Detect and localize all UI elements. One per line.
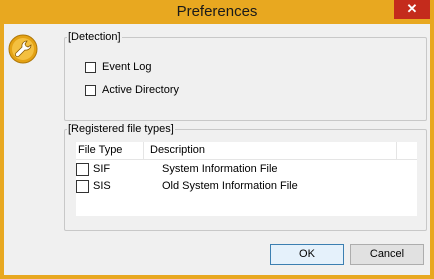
ok-button[interactable]: OK <box>270 244 344 265</box>
dialog-body: [Detection] Event Log Active Directory [… <box>4 24 430 275</box>
close-button[interactable]: ✕ <box>394 0 430 19</box>
description-cell: Old System Information File <box>162 180 298 192</box>
file-types-list[interactable]: File Type Description SIF System Informa… <box>76 142 417 216</box>
event-log-checkbox[interactable] <box>85 61 96 73</box>
table-row[interactable]: SIS Old System Information File <box>76 178 417 194</box>
wrench-icon <box>8 34 38 64</box>
title-bar[interactable]: Preferences ✕ <box>0 0 434 24</box>
registered-file-types-group: [Registered file types] File Type Descri… <box>64 123 427 231</box>
list-header: File Type Description <box>76 142 417 160</box>
event-log-label: Event Log <box>102 61 152 73</box>
active-directory-label: Active Directory <box>102 84 180 96</box>
registered-legend: [Registered file types] <box>67 123 175 135</box>
event-log-option[interactable]: Event Log <box>85 60 152 74</box>
file-type-cell: SIF <box>93 163 111 175</box>
column-separator[interactable] <box>396 142 397 159</box>
close-icon: ✕ <box>406 1 418 16</box>
column-separator[interactable] <box>143 142 144 159</box>
sif-checkbox[interactable] <box>76 162 89 176</box>
window-title: Preferences <box>176 3 258 20</box>
column-description[interactable]: Description <box>150 142 205 159</box>
file-type-cell: SIS <box>93 180 111 192</box>
preferences-window: Preferences ✕ [Detection] Event Log Acti… <box>0 0 434 279</box>
table-row[interactable]: SIF System Information File <box>76 161 417 177</box>
sis-checkbox[interactable] <box>76 179 89 193</box>
description-cell: System Information File <box>162 163 278 175</box>
cancel-button[interactable]: Cancel <box>350 244 424 265</box>
detection-legend: [Detection] <box>67 31 122 43</box>
active-directory-checkbox[interactable] <box>85 84 96 96</box>
active-directory-option[interactable]: Active Directory <box>85 83 179 97</box>
detection-group: [Detection] Event Log Active Directory <box>64 31 427 121</box>
column-file-type[interactable]: File Type <box>78 142 122 159</box>
